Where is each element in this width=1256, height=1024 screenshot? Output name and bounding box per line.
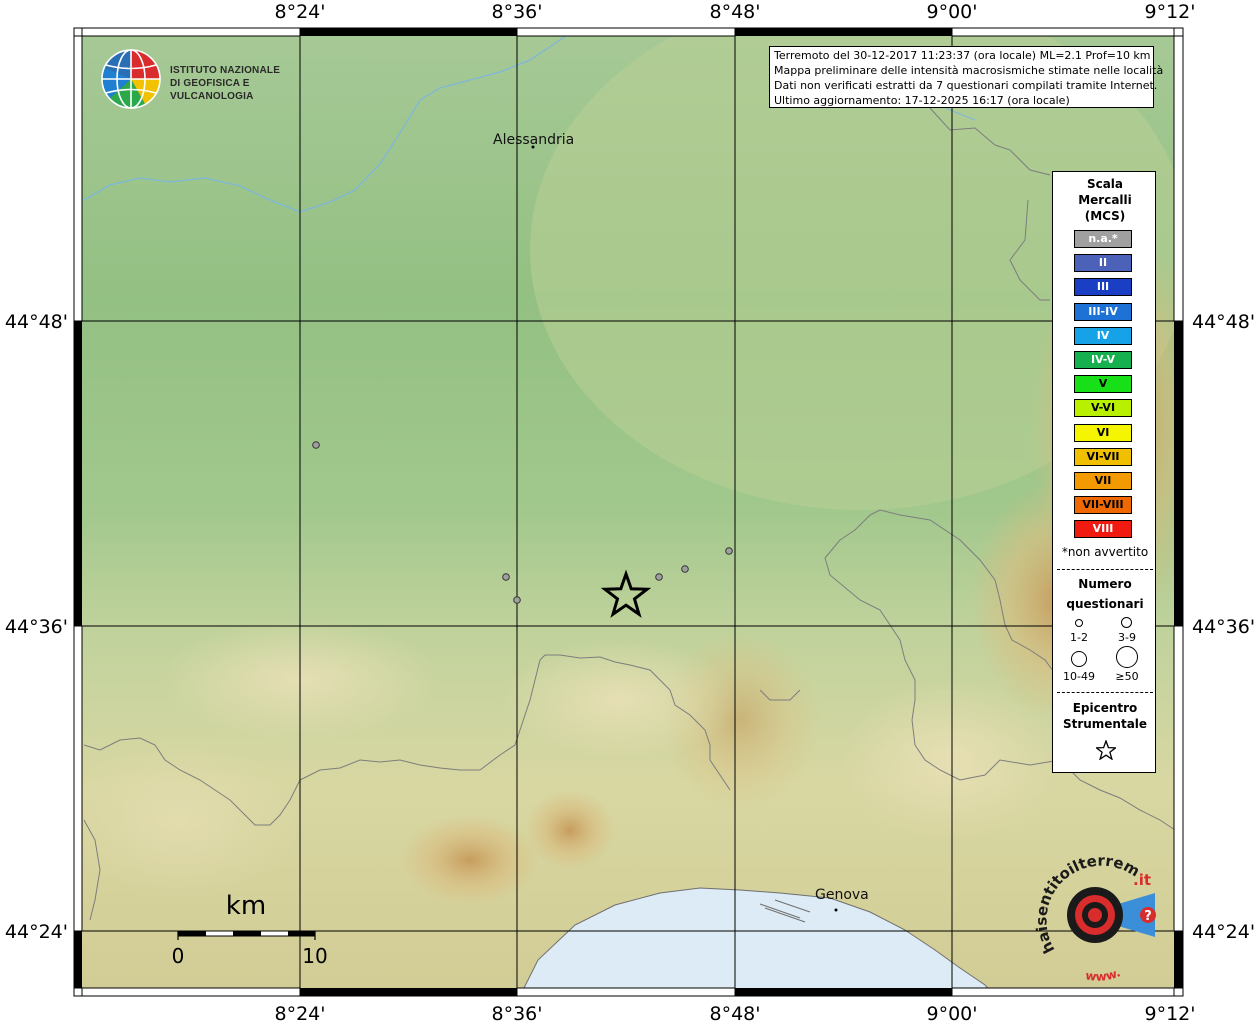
lon-label-top: 9°12'	[1145, 1, 1196, 23]
haisentito-logo: ? haisentitoilterremoto .it www.	[1030, 841, 1167, 987]
legend-swatch: VIII	[1074, 520, 1132, 539]
lat-label-left: 44°48'	[5, 311, 68, 333]
intensity-point[interactable]	[502, 573, 510, 581]
lon-label-top: 8°24'	[275, 1, 326, 23]
lat-label-right: 44°48'	[1192, 311, 1255, 333]
svg-text:www.: www.	[1084, 965, 1122, 983]
logo-line-2: DI GEOFISICA E VULCANOLOGIA	[170, 78, 254, 102]
lat-label-left: 44°36'	[5, 616, 68, 638]
intensity-point[interactable]	[725, 547, 733, 555]
legend-swatch: VI-VII	[1074, 447, 1132, 466]
lon-label-top: 8°48'	[710, 1, 761, 23]
logo-line-1: ISTITUTO NAZIONALE	[170, 65, 281, 76]
lat-label-left: 44°24'	[5, 921, 68, 943]
lon-label-bottom: 8°24'	[275, 1003, 326, 1024]
lat-label-right: 44°24'	[1192, 921, 1255, 943]
lat-label-right: 44°36'	[1192, 616, 1255, 638]
count-circle-small	[1075, 619, 1083, 627]
svg-text:?: ?	[1144, 909, 1152, 924]
hst-logo-url: www.	[1084, 965, 1122, 983]
legend-divider	[1057, 692, 1153, 693]
intensity-point[interactable]	[513, 596, 521, 604]
epicenter-title: Epicentro Strumentale	[1062, 701, 1148, 731]
lon-label-bottom: 8°36'	[492, 1003, 543, 1024]
legend-swatch: IV-V	[1074, 351, 1132, 369]
legend-swatch: V	[1074, 375, 1132, 394]
legend-swatch: VII-VIII	[1074, 496, 1132, 515]
star-icon	[1096, 740, 1116, 760]
count-circle-large	[1071, 651, 1087, 667]
event-info-box: Terremoto del 30-12-2017 11:23:37 (ora l…	[769, 46, 1164, 108]
legend-swatch: VII	[1074, 472, 1132, 490]
count-label: 1-2	[1070, 631, 1088, 644]
not-felt-note: *non avvertito	[1061, 545, 1149, 559]
city-marker-genova	[834, 908, 838, 912]
legend-title: Scala Mercalli (MCS)	[1078, 177, 1132, 223]
count-circle-medium	[1121, 617, 1132, 628]
terrain-layer	[74, 28, 1183, 996]
lon-label-bottom: 8°48'	[710, 1003, 761, 1024]
lon-label-bottom: 9°00'	[927, 1003, 978, 1024]
lon-label-top: 8°36'	[492, 1, 543, 23]
ingv-logo: ISTITUTO NAZIONALE DI GEOFISICA E VULCAN…	[100, 48, 320, 110]
count-circle-xlarge	[1116, 646, 1138, 668]
legend-swatch: III-IV	[1074, 302, 1132, 321]
scale-start: 0	[172, 944, 185, 968]
hst-logo-tld: .it	[1133, 871, 1151, 889]
count-label: 10-49	[1063, 670, 1095, 683]
legend-swatch: IV	[1074, 326, 1132, 345]
event-info-line: Ultimo aggiornamento: 17-12-2025 16:17 (…	[774, 94, 1070, 107]
event-info-line: Mappa preliminare delle intensità macros…	[774, 64, 1164, 77]
intensity-point[interactable]	[312, 441, 320, 449]
legend-swatch: V-VI	[1074, 399, 1132, 418]
intensity-point[interactable]	[655, 573, 663, 581]
legend-swatch: n.a.*	[1074, 230, 1132, 248]
legend-swatch: III	[1074, 278, 1132, 297]
scale-end: 10	[302, 944, 327, 968]
count-title: Numero questionari	[1066, 577, 1144, 611]
globe-icon	[101, 49, 161, 109]
legend-swatch: II	[1074, 254, 1132, 273]
count-label: ≥50	[1115, 670, 1139, 683]
legend-divider	[1057, 569, 1153, 570]
event-info-line: Terremoto del 30-12-2017 11:23:37 (ora l…	[774, 49, 1151, 62]
legend: Scala Mercalli (MCS) n.a.* II III III-IV IV I…	[1052, 171, 1156, 773]
city-label-alessandria: Alessandria	[493, 132, 575, 148]
lon-label-top: 9°00'	[927, 1, 978, 23]
target-icon: ? haisentitoilterremoto .it www.	[1030, 841, 1156, 984]
legend-swatch: VI	[1074, 423, 1132, 442]
intensity-point[interactable]	[681, 565, 689, 573]
event-info-line: Dati non verificati estratti da 7 questi…	[774, 79, 1158, 92]
lon-label-bottom: 9°12'	[1145, 1003, 1196, 1024]
city-label-genova: Genova	[815, 887, 869, 903]
scale-unit: km	[226, 891, 266, 921]
count-label: 3-9	[1118, 631, 1136, 644]
